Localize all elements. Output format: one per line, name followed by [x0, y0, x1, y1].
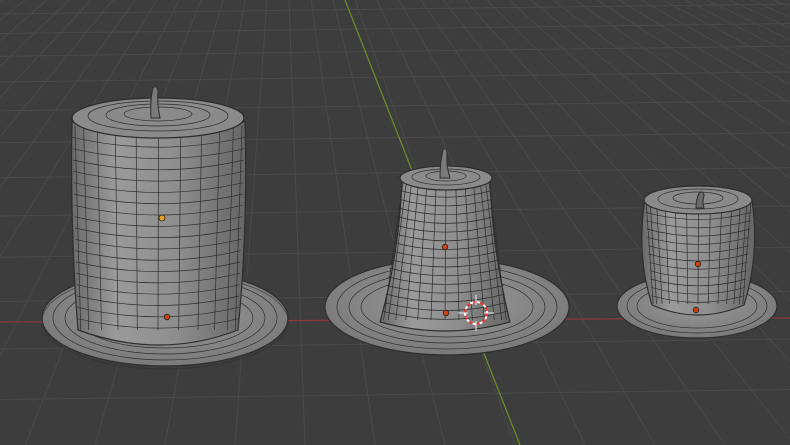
- origin-dot[interactable]: [441, 243, 449, 251]
- origin-dot[interactable]: [163, 313, 171, 321]
- candle-small[interactable]: [616, 185, 778, 339]
- viewport-canvas[interactable]: [0, 0, 790, 445]
- origin-dot[interactable]: [442, 309, 450, 317]
- candle-bell[interactable]: [324, 148, 570, 356]
- origin-dot[interactable]: [692, 306, 700, 314]
- origin-dot[interactable]: [694, 260, 702, 268]
- origin-dot[interactable]: [158, 214, 166, 222]
- 3d-viewport[interactable]: [0, 0, 790, 445]
